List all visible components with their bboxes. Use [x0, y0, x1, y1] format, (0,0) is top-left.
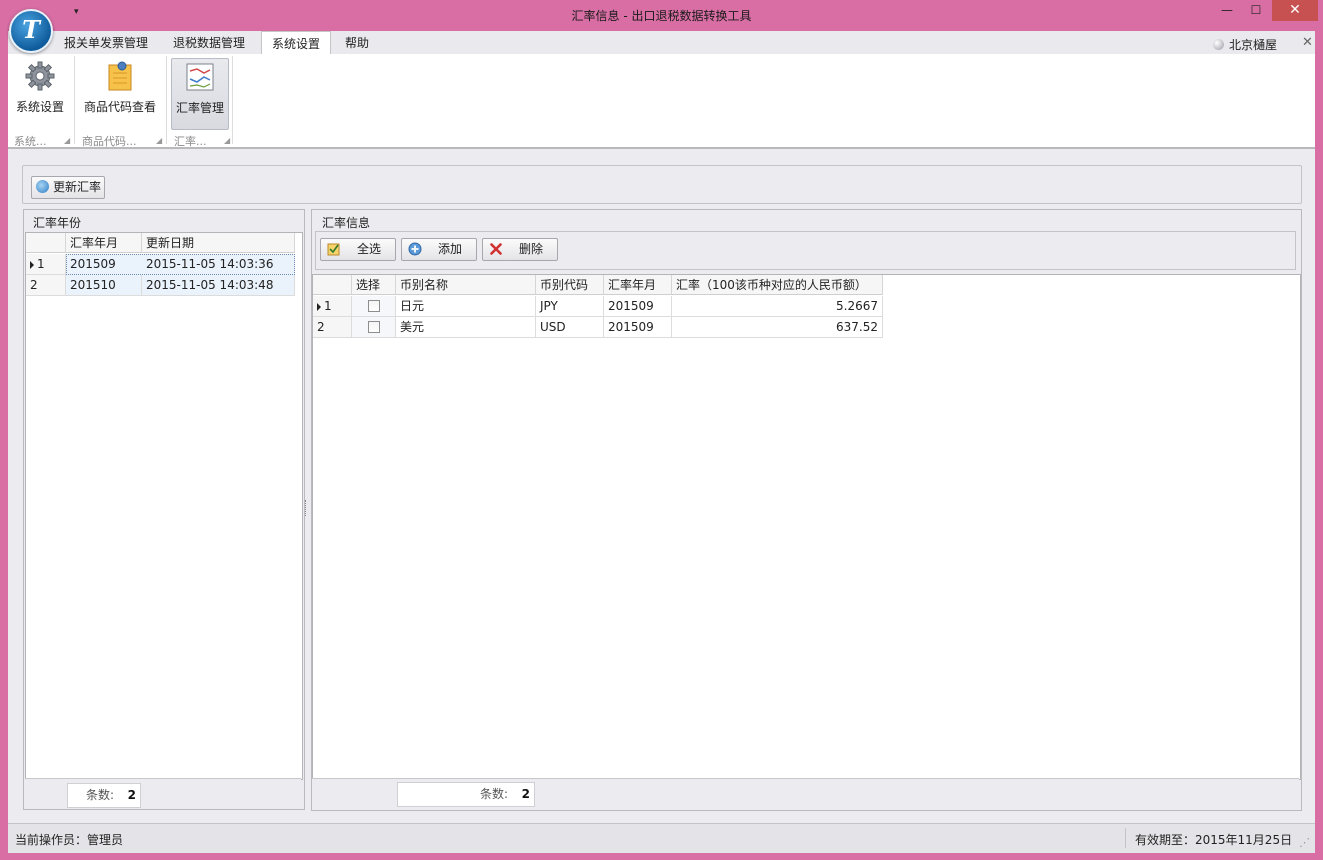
current-operator: 当前操作员：管理员 — [15, 833, 124, 847]
row-indicator-header — [26, 233, 66, 253]
rate-year-grid: 汇率年月 更新日期 1 201509 2015-11-05 14:03:36 2… — [25, 232, 303, 780]
row-indicator[interactable]: 1 — [26, 254, 66, 275]
app-logo-icon[interactable]: T — [9, 9, 53, 53]
column-header[interactable]: 币别代码 — [536, 275, 604, 295]
globe-icon — [1213, 39, 1224, 50]
record-count-label: 条数: — [480, 787, 509, 801]
ribbon-panel: 系统设置 商品代码查看 汇率管理 系统... ◢ 商品代码... ◢ 汇率...… — [8, 54, 1315, 148]
delete-button[interactable]: 删除 — [482, 238, 558, 261]
group-separator — [166, 56, 167, 144]
select-all-button[interactable]: 全选 — [320, 238, 396, 261]
rate-value-cell[interactable]: 637.52 — [672, 317, 883, 338]
currency-name-cell[interactable]: 美元 — [396, 317, 536, 338]
row-indicator-header — [313, 275, 352, 295]
rate-month-cell[interactable]: 201510 — [66, 275, 142, 296]
group-separator — [232, 56, 233, 144]
system-settings-button[interactable]: 系统设置 — [12, 58, 68, 128]
tab-help[interactable]: 帮助 — [345, 31, 369, 54]
top-toolbar — [22, 165, 1302, 204]
dialog-launcher-icon[interactable]: ◢ — [156, 136, 162, 145]
record-count-value: 2 — [127, 788, 136, 802]
column-header[interactable]: 汇率（100该币种对应的人民币额） — [672, 275, 883, 295]
row-indicator[interactable]: 2 — [313, 317, 352, 338]
rate-month-cell[interactable]: 201509 — [604, 296, 672, 317]
rate-month-cell[interactable]: 201509 — [66, 254, 142, 275]
expiry-date: 有效期至：2015年11月25日 — [1135, 833, 1293, 847]
tab-system-settings[interactable]: 系统设置 — [261, 31, 331, 55]
add-icon — [408, 242, 422, 256]
rate-year-panel-title: 汇率年份 — [33, 216, 82, 230]
exchange-rate-management-button[interactable]: 汇率管理 — [171, 58, 229, 130]
ribbon-close-icon[interactable]: ✕ — [1302, 35, 1313, 50]
record-count-label: 条数: — [86, 788, 115, 802]
close-button[interactable]: ✕ — [1272, 0, 1318, 21]
refresh-rates-button[interactable]: 更新汇率 — [31, 176, 105, 199]
currency-code-cell[interactable]: JPY — [536, 296, 604, 317]
column-header[interactable]: 汇率年月 — [604, 275, 672, 295]
notepad-icon — [108, 61, 132, 91]
select-all-label: 全选 — [356, 242, 381, 256]
select-cell — [352, 317, 396, 338]
grid-footer: 条数: 2 — [25, 778, 301, 809]
row-indicator[interactable]: 1 — [313, 296, 352, 317]
current-row-arrow-icon — [30, 261, 34, 269]
product-code-view-label: 商品代码查看 — [83, 100, 156, 114]
dialog-launcher-icon[interactable]: ◢ — [64, 136, 70, 145]
rate-info-grid: 选择 币别名称 币别代码 汇率年月 汇率（100该币种对应的人民币额） 1 日元… — [312, 274, 1301, 780]
user-name: 北京樋屋 — [1229, 38, 1278, 52]
status-bar — [8, 823, 1315, 853]
dialog-launcher-icon[interactable]: ◢ — [224, 136, 230, 145]
refresh-rates-label: 更新汇率 — [53, 180, 102, 194]
resize-grip-icon[interactable]: ⋰ — [1299, 836, 1310, 849]
row-checkbox[interactable] — [368, 321, 380, 333]
delete-icon — [490, 243, 502, 255]
gear-icon — [25, 61, 55, 91]
logo-letter: T — [22, 15, 40, 44]
status-separator — [1125, 828, 1126, 848]
current-row-arrow-icon — [317, 303, 321, 311]
row-checkbox[interactable] — [368, 300, 380, 312]
group-separator — [74, 56, 75, 144]
current-user[interactable]: 北京樋屋 — [1213, 36, 1277, 53]
ribbon-tab-strip: 报关单发票管理 退税数据管理 系统设置 帮助 北京樋屋 ✕ — [8, 31, 1315, 55]
chart-icon — [186, 63, 214, 91]
minimize-button[interactable]: — — [1214, 0, 1240, 21]
add-label: 添加 — [437, 242, 462, 256]
rate-info-panel-title: 汇率信息 — [322, 216, 371, 230]
column-header[interactable]: 选择 — [352, 275, 396, 295]
rate-year-panel: 汇率年份 汇率年月 更新日期 1 201509 2015-11-05 14:03… — [23, 209, 305, 810]
rate-value-cell[interactable]: 5.2667 — [672, 296, 883, 317]
column-header[interactable]: 更新日期 — [142, 233, 295, 253]
system-settings-label: 系统设置 — [15, 100, 64, 114]
currency-code-cell[interactable]: USD — [536, 317, 604, 338]
select-cell — [352, 296, 396, 317]
select-all-icon — [327, 243, 340, 256]
column-header[interactable]: 汇率年月 — [66, 233, 142, 253]
product-code-view-button[interactable]: 商品代码查看 — [80, 58, 160, 128]
record-count: 条数: 2 — [397, 782, 535, 807]
tab-customs-invoice[interactable]: 报关单发票管理 — [64, 31, 148, 54]
delete-label: 删除 — [518, 242, 543, 256]
updated-date-cell[interactable]: 2015-11-05 14:03:36 — [142, 254, 295, 275]
record-count: 条数: 2 — [67, 783, 141, 808]
currency-name-cell[interactable]: 日元 — [396, 296, 536, 317]
exchange-rate-management-label: 汇率管理 — [175, 101, 224, 115]
updated-date-cell[interactable]: 2015-11-05 14:03:48 — [142, 275, 295, 296]
grid-footer: 条数: 2 — [312, 778, 1299, 809]
rate-month-cell[interactable]: 201509 — [604, 317, 672, 338]
record-count-value: 2 — [521, 787, 530, 801]
maximize-button[interactable]: ☐ — [1243, 0, 1269, 21]
column-header[interactable]: 币别名称 — [396, 275, 536, 295]
add-button[interactable]: 添加 — [401, 238, 477, 261]
refresh-icon — [36, 180, 49, 193]
tab-refund-data[interactable]: 退税数据管理 — [173, 31, 245, 54]
splitter-handle[interactable] — [305, 500, 308, 516]
window-title: 汇率信息 - 出口退税数据转换工具 — [571, 9, 752, 23]
row-indicator[interactable]: 2 — [26, 275, 66, 296]
